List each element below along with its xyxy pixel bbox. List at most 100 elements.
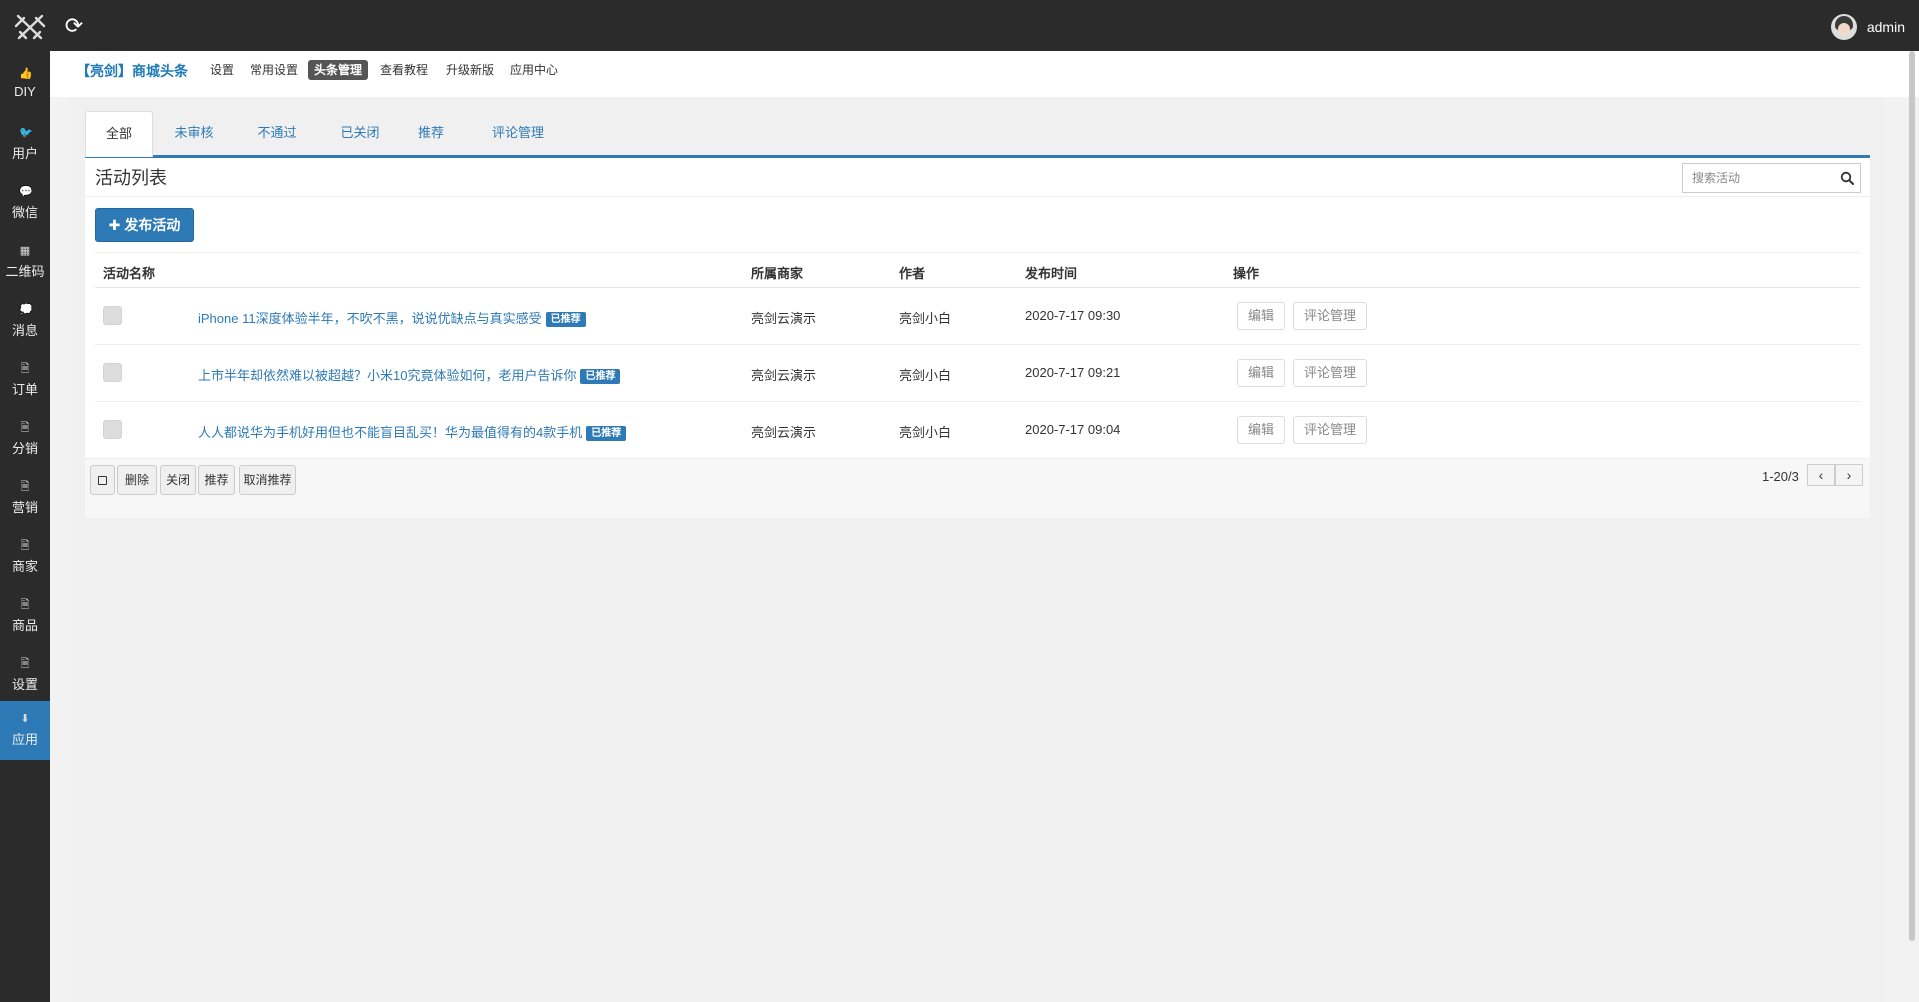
sidebar-item-label: 分销 <box>11 441 38 456</box>
subnav-headline-manage[interactable]: 头条管理 <box>308 60 369 80</box>
sidebar-item-label: 设置 <box>11 677 38 692</box>
sidebar-item-settings[interactable]: 🗎 设置 <box>0 646 50 705</box>
avatar <box>1830 14 1857 40</box>
pagination-info: 1-20/3 <box>1762 469 1799 484</box>
search-icon[interactable] <box>1840 171 1854 185</box>
refresh-icon[interactable]: ⟳ <box>62 14 86 38</box>
user-menu[interactable]: admin <box>1830 14 1905 40</box>
crossed-swords-logo[interactable] <box>14 12 46 42</box>
chevron-right-icon: › <box>1846 467 1852 483</box>
activity-title-link[interactable]: iPhone 11深度体验半年，不吹不黑，说说优缺点与真实感受 <box>198 311 542 326</box>
download-icon: ⬇ <box>20 713 30 725</box>
search-input[interactable] <box>1683 164 1833 192</box>
search-box[interactable] <box>1682 163 1861 193</box>
subnav-app-center[interactable]: 应用中心 <box>504 60 564 80</box>
edit-button[interactable]: 编辑 <box>1237 416 1286 444</box>
sidebar-item-marketing[interactable]: 🗎 营销 <box>0 469 50 528</box>
divider <box>85 196 1870 197</box>
column-header-author: 作者 <box>899 266 926 281</box>
author-cell: 亮剑小白 <box>899 311 952 326</box>
publish-label: 发布活动 <box>124 217 181 233</box>
column-header-title: 活动名称 <box>103 266 156 281</box>
activity-table: 活动名称 所属商家 作者 发布时间 操作 iPhone 11深度体验半年，不吹不… <box>95 252 1860 459</box>
table-row: 人人都说华为手机好用但也不能盲目乱买！华为最值得有的4款手机 已推荐 亮剑云演示 … <box>95 402 1860 459</box>
select-all-checkbox[interactable] <box>90 465 115 495</box>
subnav-tutorial[interactable]: 查看教程 <box>374 60 434 80</box>
sidebar-item-label: 用户 <box>11 146 38 161</box>
next-page-button[interactable]: › <box>1835 464 1863 486</box>
sidebar-item-diy[interactable]: 👍 DIY <box>0 56 50 115</box>
row-checkbox[interactable] <box>103 420 122 439</box>
sidebar-item-users[interactable]: 🐦 用户 <box>0 115 50 174</box>
publish-activity-button[interactable]: ✚ 发布活动 <box>95 208 194 242</box>
subnav-settings[interactable]: 设置 <box>204 60 240 80</box>
prev-page-button[interactable]: ‹ <box>1807 464 1835 486</box>
wechat-icon: 💬 <box>19 186 33 198</box>
sidebar-item-label: DIY <box>14 84 36 99</box>
subnav-common-settings[interactable]: 常用设置 <box>244 60 304 80</box>
sidebar-item-label: 应用 <box>11 732 38 747</box>
tab-rejected[interactable]: 不通过 <box>243 111 311 157</box>
sidebar-item-qrcode[interactable]: ▦ 二维码 <box>0 233 50 292</box>
comment-manage-button[interactable]: 评论管理 <box>1293 416 1368 444</box>
bulk-action-bar: 删除 关闭 推荐 取消推荐 1-20/3 ‹ › <box>85 458 1870 518</box>
subnav-upgrade[interactable]: 升级新版 <box>440 60 500 80</box>
sidebar-item-distribution[interactable]: 🗎 分销 <box>0 410 50 469</box>
document-icon: 🗎 <box>20 481 30 493</box>
chevron-left-icon: ‹ <box>1818 467 1824 483</box>
row-checkbox[interactable] <box>103 363 122 382</box>
document-icon: 🗎 <box>20 658 30 670</box>
checkbox-icon <box>98 476 107 485</box>
tab-pending[interactable]: 未审核 <box>160 111 228 157</box>
activity-list-panel: 活动列表 ✚发布活动 活动名称 所属商家 作者 发布时间 操作 iPhone 1… <box>85 158 1870 518</box>
publish-time-cell: 2020-7-17 09:30 <box>1025 308 1121 323</box>
bulk-close-button[interactable]: 关闭 <box>160 465 196 495</box>
qrcode-icon: ▦ <box>19 245 31 257</box>
tab-all[interactable]: 全部 <box>85 111 153 157</box>
sidebar-item-merchants[interactable]: 🗎 商家 <box>0 528 50 587</box>
row-checkbox[interactable] <box>103 306 122 325</box>
tab-comments[interactable]: 评论管理 <box>478 111 558 157</box>
tab-closed[interactable]: 已关闭 <box>326 111 394 157</box>
bulk-delete-button[interactable]: 删除 <box>117 465 157 495</box>
recommended-badge: 已推荐 <box>545 312 586 327</box>
edit-button[interactable]: 编辑 <box>1237 302 1286 330</box>
column-header-time: 发布时间 <box>1025 266 1078 281</box>
document-icon: 🗎 <box>20 599 30 611</box>
sidebar-item-label: 营销 <box>11 500 38 515</box>
activity-title-link[interactable]: 上市半年却依然难以被超越？小米10究竟体验如何，老用户告诉你 <box>198 368 576 383</box>
sidebar-item-orders[interactable]: 🗎 订单 <box>0 351 50 410</box>
sidebar: 👍 DIY 🐦 用户 💬 微信 ▦ 二维码 💭 消息 🗎 订单 🗎 分销 🗎 营销 🗎 商家 🗎 商… <box>0 51 50 1002</box>
bulk-recommend-button[interactable]: 推荐 <box>198 465 235 495</box>
scrollbar[interactable] <box>1909 51 1915 941</box>
edit-button[interactable]: 编辑 <box>1237 359 1286 387</box>
document-icon: 🗎 <box>20 363 30 375</box>
comment-manage-button[interactable]: 评论管理 <box>1293 302 1368 330</box>
sidebar-item-label: 二维码 <box>5 264 45 279</box>
activity-title-link[interactable]: 人人都说华为手机好用但也不能盲目乱买！华为最值得有的4款手机 <box>198 425 582 440</box>
activity-title-cell: 上市半年却依然难以被超越？小米10究竟体验如何，老用户告诉你 已推荐 <box>198 365 621 384</box>
sidebar-item-messages[interactable]: 💭 消息 <box>0 292 50 351</box>
merchant-cell: 亮剑云演示 <box>751 311 817 326</box>
sidebar-item-label: 订单 <box>11 382 38 397</box>
sidebar-item-apps[interactable]: ⬇ 应用 <box>0 701 50 760</box>
document-icon: 🗎 <box>20 540 30 552</box>
sidebar-item-wechat[interactable]: 💬 微信 <box>0 174 50 233</box>
comment-manage-button[interactable]: 评论管理 <box>1293 359 1368 387</box>
merchant-cell: 亮剑云演示 <box>751 368 817 383</box>
author-cell: 亮剑小白 <box>899 425 952 440</box>
plus-icon: ✚ <box>108 217 121 233</box>
status-tabs: 全部 未审核 不通过 已关闭 推荐 评论管理 <box>85 111 1870 158</box>
sidebar-item-label: 商品 <box>11 618 38 633</box>
document-icon: 🗎 <box>20 422 30 434</box>
recommended-badge: 已推荐 <box>580 369 621 384</box>
bulk-unrecommend-button[interactable]: 取消推荐 <box>239 465 296 495</box>
activity-title-cell: iPhone 11深度体验半年，不吹不黑，说说优缺点与真实感受 已推荐 <box>198 308 586 327</box>
twitter-icon: 🐦 <box>19 127 33 139</box>
module-title[interactable]: 【亮剑】商城头条 <box>76 61 188 81</box>
sidebar-item-products[interactable]: 🗎 商品 <box>0 587 50 646</box>
recommended-badge: 已推荐 <box>586 426 627 441</box>
tab-recommended[interactable]: 推荐 <box>401 111 461 157</box>
author-cell: 亮剑小白 <box>899 368 952 383</box>
top-bar: ⟳ admin <box>0 0 1919 51</box>
